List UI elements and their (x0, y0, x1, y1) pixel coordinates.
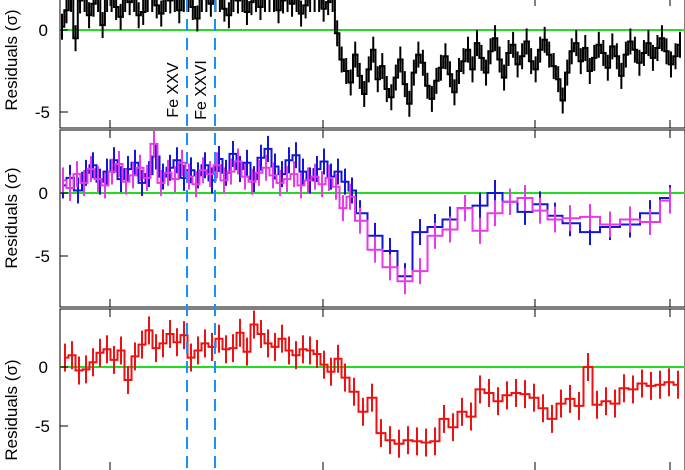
panel-middle-residuals: 0 -5 Residuals (σ) (2, 129, 685, 308)
panel-bottom-ylabel: Residuals (σ) (2, 359, 21, 460)
panel-top-ytick-0: 0 (39, 21, 48, 40)
panel-middle-ylabel: Residuals (σ) (2, 167, 21, 268)
panel-bottom-ytick-minus5: -5 (35, 417, 50, 436)
residual-plot-figure: 0 -5 Residuals (σ) Fe XXV Fe XXVI 0 -5 R… (2, 0, 685, 470)
panel-middle-ytick-0: 0 (39, 184, 48, 203)
panel-top-residuals: 0 -5 Residuals (σ) Fe XXV Fe XXVI (2, 0, 685, 129)
series-1-0-step-line (63, 147, 670, 278)
panel-middle-series-layer (62, 131, 671, 295)
series-0-0-step-line (62, 0, 680, 105)
panel-top-ylabel: Residuals (σ) (2, 9, 21, 110)
panel-top-series-layer (61, 0, 681, 117)
panel-bottom-series-layer (64, 310, 679, 458)
fe-xxv-label: Fe XXV (165, 62, 182, 117)
panel-bottom-residuals: 0 -5 Residuals (σ) (2, 308, 685, 470)
fe-xxvi-label: Fe XXVI (193, 60, 210, 120)
panel-top-ytick-minus5: -5 (35, 103, 50, 122)
panel-middle-ytick-minus5: -5 (35, 247, 50, 266)
panel-bottom-ytick-0: 0 (39, 358, 48, 377)
